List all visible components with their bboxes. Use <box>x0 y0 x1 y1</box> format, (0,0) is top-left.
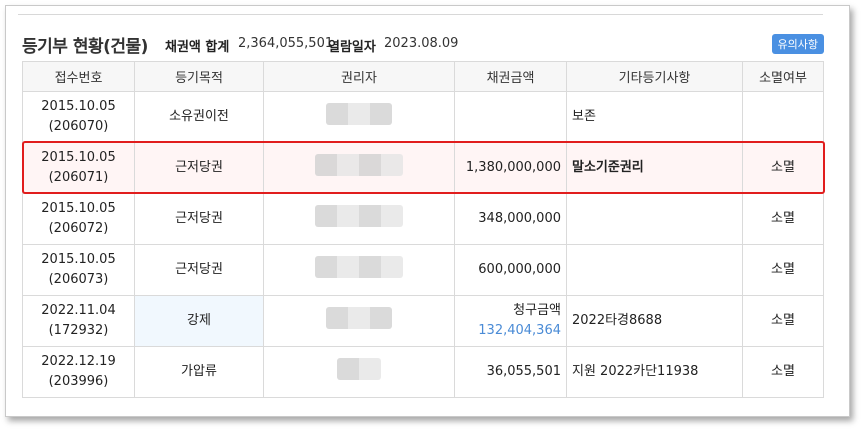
amount-cell: 청구금액 132,404,364 <box>454 295 567 347</box>
receipt-date: 2015.10.05 <box>41 99 116 114</box>
status-cell <box>742 91 824 143</box>
page-title: 등기부 현황(건물) <box>22 37 148 57</box>
date-label: 열람일자 <box>328 40 376 55</box>
receipt-number: (206070) <box>48 119 109 134</box>
blurred-name <box>315 153 403 176</box>
amount-cell: 600,000,000 <box>454 244 567 296</box>
other-cell: 지원 2022카단11938 <box>566 346 743 398</box>
claim-amount-value: 132,404,364 <box>478 323 561 338</box>
blurred-name <box>337 357 381 380</box>
purpose-cell: 근저당권 <box>134 193 264 245</box>
receipt-cell: 2015.10.05 (206071) <box>22 142 135 194</box>
status-cell: 소멸 <box>742 193 824 245</box>
status-cell: 소멸 <box>742 295 824 347</box>
claim-amount-label: 청구금액 <box>513 303 561 318</box>
receipt-cell: 2022.12.19 (203996) <box>22 346 135 398</box>
blurred-name <box>326 102 392 125</box>
receipt-cell: 2015.10.05 (206070) <box>22 91 135 143</box>
receipt-number: (203996) <box>48 374 109 389</box>
table-row-highlighted: 2015.10.05 (206071) 근저당권 1,380,000,000 말소… <box>22 142 824 194</box>
right-holder-cell <box>263 244 455 296</box>
receipt-cell: 2015.10.05 (206073) <box>22 244 135 296</box>
other-cell <box>566 193 743 245</box>
amount-cell <box>454 91 567 143</box>
receipt-date: 2015.10.05 <box>41 150 116 165</box>
col-header-purpose: 등기목적 <box>134 61 264 92</box>
col-header-amount: 채권금액 <box>454 61 567 92</box>
other-cell: 말소기준권리 <box>566 142 743 194</box>
other-cell <box>566 244 743 296</box>
registry-table: 접수번호 등기목적 권리자 채권금액 기타등기사항 소멸여부 2015.10.0… <box>22 61 824 398</box>
amount-cell: 1,380,000,000 <box>454 142 567 194</box>
table-row: 2015.10.05 (206070) 소유권이전 보존 <box>22 91 824 143</box>
amount-cell: 348,000,000 <box>454 193 567 245</box>
notice-button[interactable]: 유의사항 <box>771 34 824 54</box>
right-holder-cell <box>263 142 455 194</box>
table-row: 2022.11.04 (172932) 강제 청구금액 132,404,364 20… <box>22 295 824 347</box>
table-row: 2015.10.05 (206073) 근저당권 600,000,000 소멸 <box>22 244 824 296</box>
col-header-other: 기타등기사항 <box>566 61 743 92</box>
blurred-name <box>315 255 403 278</box>
col-header-receipt-no: 접수번호 <box>22 61 135 92</box>
panel-header: 등기부 현황(건물) 채권액 합계 2,364,055,501 열람일자 202… <box>22 32 824 57</box>
right-holder-cell <box>263 346 455 398</box>
date-value: 2023.08.09 <box>384 36 459 51</box>
status-cell: 소멸 <box>742 346 824 398</box>
status-cell: 소멸 <box>742 142 824 194</box>
blurred-name <box>315 204 403 227</box>
other-cell: 보존 <box>566 91 743 143</box>
receipt-date: 2022.12.19 <box>41 354 116 369</box>
amount-cell: 36,055,501 <box>454 346 567 398</box>
receipt-date: 2022.11.04 <box>41 303 116 318</box>
table-row: 2015.10.05 (206072) 근저당권 348,000,000 소멸 <box>22 193 824 245</box>
purpose-cell: 근저당권 <box>134 244 264 296</box>
receipt-number: (206073) <box>48 272 109 287</box>
receipt-date: 2015.10.05 <box>41 201 116 216</box>
purpose-cell: 근저당권 <box>134 142 264 194</box>
table-header-row: 접수번호 등기목적 권리자 채권금액 기타등기사항 소멸여부 <box>22 61 824 92</box>
sum-label: 채권액 합계 <box>165 40 230 55</box>
receipt-cell: 2022.11.04 (172932) <box>22 295 135 347</box>
status-cell: 소멸 <box>742 244 824 296</box>
sum-value: 2,364,055,501 <box>238 36 334 51</box>
receipt-cell: 2015.10.05 (206072) <box>22 193 135 245</box>
col-header-right-holder: 권리자 <box>263 61 455 92</box>
divider <box>18 14 823 15</box>
receipt-number: (206072) <box>48 221 109 236</box>
receipt-number: (206071) <box>48 170 109 185</box>
right-holder-cell <box>263 91 455 143</box>
right-holder-cell <box>263 193 455 245</box>
other-cell: 2022타경8688 <box>566 295 743 347</box>
right-holder-cell <box>263 295 455 347</box>
purpose-cell: 가압류 <box>134 346 264 398</box>
col-header-status: 소멸여부 <box>742 61 824 92</box>
purpose-cell: 소유권이전 <box>134 91 264 143</box>
table-row: 2022.12.19 (203996) 가압류 36,055,501 지원 202… <box>22 346 824 398</box>
blurred-name <box>326 306 392 329</box>
receipt-date: 2015.10.05 <box>41 252 116 267</box>
purpose-cell: 강제 <box>134 295 264 347</box>
receipt-number: (172932) <box>48 323 109 338</box>
